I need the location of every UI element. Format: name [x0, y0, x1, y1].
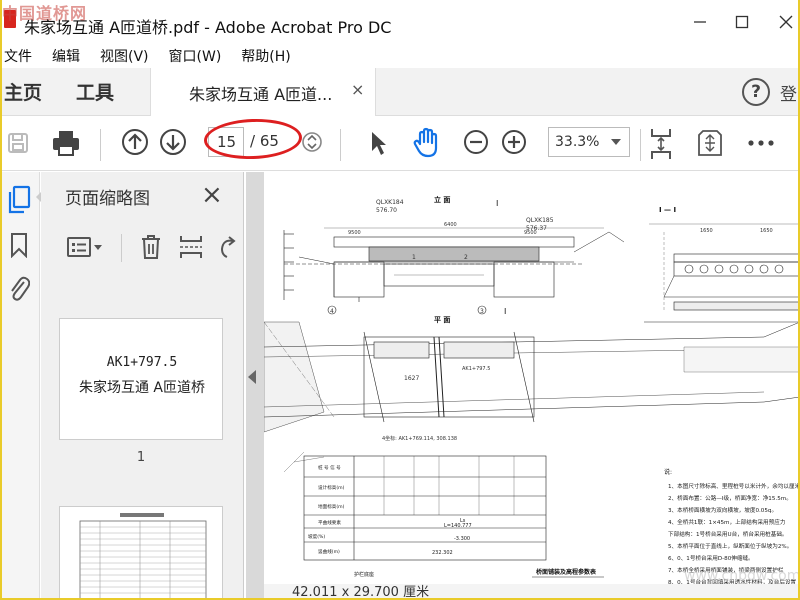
window-frame: [0, 0, 800, 600]
